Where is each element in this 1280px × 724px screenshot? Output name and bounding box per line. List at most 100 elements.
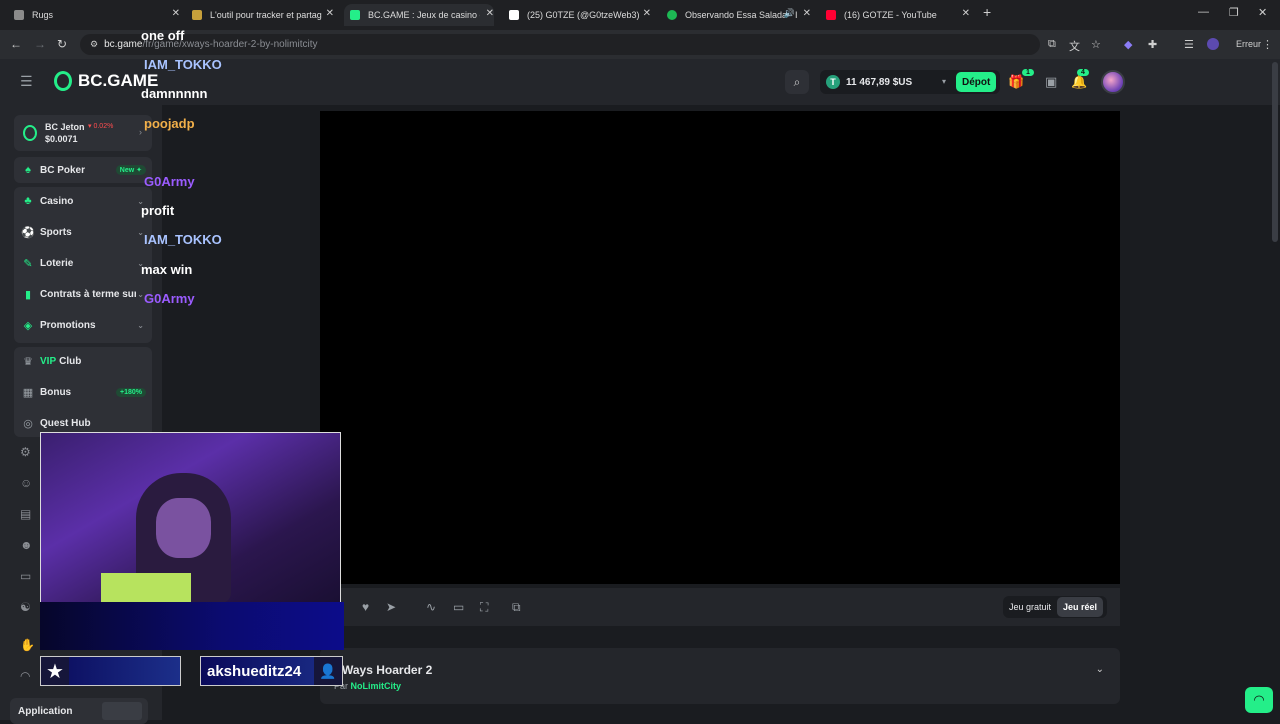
headset-icon[interactable]: ◠ (20, 669, 30, 683)
translate-icon[interactable]: 文 (1069, 38, 1080, 54)
game-info-panel[interactable]: Ways Hoarder 2 Par NoLimitCity ⌄ (320, 648, 1120, 704)
browser-tab-active[interactable]: BC.GAME : Jeux de casino crypt ✕ (344, 4, 494, 26)
sidebar-item-lottery[interactable]: ✎ Loterie ⌄ (14, 250, 152, 276)
new-badge: New ✦ (115, 165, 146, 175)
reading-list-icon[interactable]: ☰ (1184, 38, 1194, 51)
lottery-icon: ✎ (23, 257, 33, 270)
handshake-icon[interactable]: ✋ (20, 638, 35, 652)
browser-tab[interactable]: (16) GOTZE - YouTube ✕ (826, 4, 970, 26)
bc-token-icon (23, 125, 37, 141)
sidebar-item-label: Promotions (40, 319, 96, 331)
brand-logo-icon (54, 71, 72, 91)
chevron-down-icon[interactable]: ⌄ (137, 228, 144, 237)
token-change: ▾ 0.02% (88, 123, 114, 130)
support-chat-button[interactable]: ◠ (1245, 687, 1273, 713)
game-provider-line: Par NoLimitCity (334, 681, 401, 691)
close-tab-icon[interactable]: ✕ (486, 8, 494, 19)
notification-bell-icon[interactable]: 🔔 (1071, 74, 1089, 90)
chevron-down-icon[interactable]: ⌄ (1096, 664, 1104, 675)
token-card[interactable]: BC Jeton ▾ 0.02% $0.0071 › (14, 115, 152, 151)
restore-icon[interactable]: ❐ (1229, 6, 1239, 19)
page-scrollbar[interactable] (1272, 62, 1278, 242)
stats-icon[interactable]: ∿ (426, 600, 436, 614)
share-icon[interactable]: ➤ (386, 600, 396, 614)
game-canvas[interactable] (320, 111, 1120, 584)
browser-tab[interactable]: (25) G0TZE (@G0tzeWeb3) / X ✕ (509, 4, 651, 26)
new-tab-icon[interactable]: + (983, 4, 991, 20)
chat-message: profit (141, 203, 175, 218)
browser-tab[interactable]: Rugs ✕ (14, 4, 180, 26)
sidebar-item-promotions[interactable]: ◈ Promotions ⌄ (14, 312, 152, 338)
address-bar[interactable]: ⚙ bc.game /fr/game/xways-hoarder-2-by-no… (80, 34, 1040, 55)
chat-message: G0Army (144, 174, 195, 189)
chat-message: G0Army (144, 291, 195, 306)
theater-mode-icon[interactable]: ▭ (453, 600, 464, 614)
close-tab-icon[interactable]: ✕ (326, 8, 334, 19)
tab-title: (16) GOTZE - YouTube (844, 10, 937, 20)
fullscreen-icon[interactable]: ⛶ (480, 600, 488, 615)
stream-recent-user-box: akshueditz24 👤 (200, 656, 343, 686)
users-icon[interactable]: ☺ (20, 476, 32, 490)
news-icon[interactable]: ▤ (20, 507, 31, 521)
tab-favicon-icon (667, 10, 677, 20)
headset-icon: ◠ (1253, 692, 1265, 707)
close-tab-icon[interactable]: ✕ (172, 8, 180, 19)
account-icon[interactable]: ☻ (20, 538, 33, 552)
tab-favicon-icon (192, 10, 202, 20)
reload-icon[interactable]: ↻ (57, 37, 67, 51)
extensions-puzzle-icon[interactable]: ✚ (1148, 38, 1157, 51)
sidebar-item-bc-poker[interactable]: ♠ BC Poker New ✦ (14, 157, 152, 183)
futures-chart-icon: ▮ (24, 288, 32, 301)
star-icon: ★ (41, 657, 69, 685)
provider-link[interactable]: NoLimitCity (351, 681, 402, 691)
chat-message: max win (141, 262, 193, 277)
profile-status[interactable]: Erreur (1236, 39, 1261, 49)
browser-tab[interactable]: L'outil pour tracker et partager ✕ (192, 4, 334, 26)
gift-icon[interactable]: 🎁 (1008, 74, 1026, 90)
back-icon[interactable]: ← (10, 37, 22, 51)
sidebar-item-bonus[interactable]: ▦ Bonus +180% (14, 379, 152, 405)
chevron-right-icon: › (139, 127, 142, 137)
close-tab-icon[interactable]: ✕ (643, 8, 651, 19)
real-play-button[interactable]: Jeu réel (1057, 597, 1104, 617)
notification-badge: 4 (1077, 69, 1089, 76)
profile-avatar-icon[interactable] (1207, 38, 1219, 50)
team-icon[interactable]: ☯ (20, 600, 31, 614)
deposit-button[interactable]: Dépot (956, 72, 997, 92)
chat-message: IAM_TOKKO (144, 232, 222, 247)
chat-icon[interactable]: ▣ (1045, 74, 1063, 90)
popout-icon[interactable]: ⧉ (512, 600, 521, 615)
sidebar-item-application[interactable]: Application (10, 698, 148, 724)
forward-icon[interactable]: → (34, 37, 46, 51)
sidebar-item-sports[interactable]: ⚽ Sports ⌄ (14, 219, 152, 245)
chevron-down-icon[interactable]: ⌄ (137, 321, 144, 330)
browser-menu-icon[interactable]: ⋮ (1262, 38, 1273, 51)
bookmark-star-icon[interactable]: ☆ (1091, 38, 1101, 51)
site-info-icon[interactable]: ⚙ (90, 39, 98, 50)
extension-icon[interactable]: ◆ (1124, 38, 1132, 51)
streamer-face (156, 498, 211, 558)
speaker-icon[interactable]: 🔊 (784, 8, 795, 19)
sidebar-item-vip-club[interactable]: ♛ VIP Club (14, 348, 152, 374)
play-mode-toggle: Jeu gratuit Jeu réel (1003, 596, 1107, 618)
settings-cog-icon[interactable]: ⚙ (20, 445, 31, 459)
close-tab-icon[interactable]: ✕ (962, 8, 970, 19)
webcam-overlay (40, 432, 341, 603)
browser-tab[interactable]: Observando Essa Salada - I 🔊 ✕ (667, 4, 811, 26)
chevron-down-icon[interactable]: ⌄ (137, 290, 144, 299)
close-tab-icon[interactable]: ✕ (803, 8, 811, 19)
install-app-icon[interactable]: ⧉ (1048, 38, 1056, 51)
minimize-icon[interactable]: — (1198, 6, 1209, 18)
sidebar-item-casino[interactable]: ♣ Casino ⌄ (14, 188, 152, 214)
favorite-heart-icon[interactable]: ♥ (362, 600, 369, 614)
sidebar-item-futures[interactable]: ▮ Contrats à terme sur ⌄ (14, 281, 152, 307)
token-change-value: 0.02% (93, 123, 114, 130)
sidebar-item-label: Sports (40, 226, 72, 238)
poker-icon: ♠ (25, 164, 31, 176)
hamburger-menu-icon[interactable]: ☰ (20, 73, 33, 90)
search-icon[interactable]: ⌕ (785, 70, 809, 94)
forum-icon[interactable]: ▭ (20, 569, 31, 583)
close-window-icon[interactable]: ✕ (1258, 6, 1267, 19)
user-avatar[interactable] (1101, 70, 1125, 94)
free-play-button[interactable]: Jeu gratuit (1003, 597, 1057, 617)
